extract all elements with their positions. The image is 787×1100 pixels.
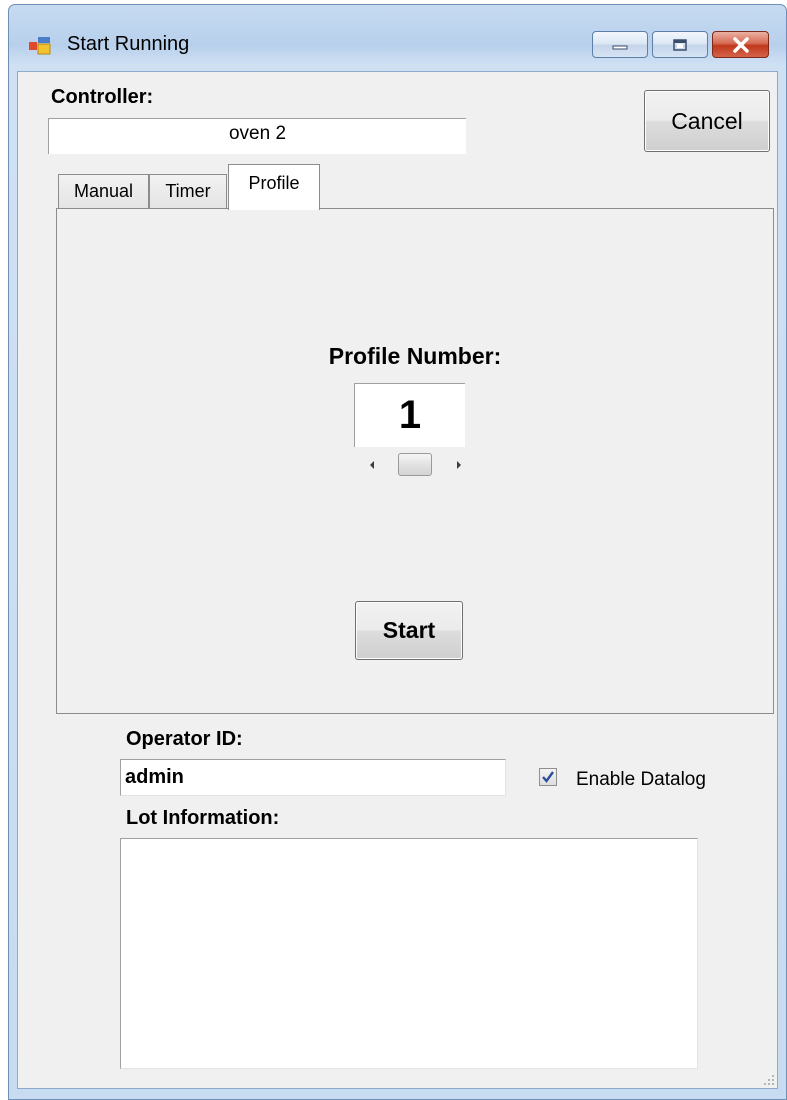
controller-field: oven 2: [48, 118, 466, 154]
scroll-left-button[interactable]: [358, 450, 386, 480]
operator-id-input[interactable]: admin: [120, 759, 506, 796]
profile-tab-panel: Profile Number: 1 Start: [56, 208, 774, 714]
arrow-left-icon: [370, 461, 374, 469]
profile-number-scrollbar[interactable]: [358, 450, 473, 480]
cancel-button[interactable]: Cancel: [644, 90, 770, 152]
scroll-right-button[interactable]: [445, 450, 473, 480]
minimize-button[interactable]: [592, 31, 648, 58]
operator-id-label: Operator ID:: [126, 728, 243, 750]
maximize-button[interactable]: [652, 31, 708, 58]
start-running-window: Start Running Controller: oven 2 Cancel …: [8, 4, 787, 1100]
enable-datalog-checkbox[interactable]: [539, 768, 557, 786]
app-form-icon: [29, 37, 51, 55]
lot-information-label: Lot Information:: [126, 807, 280, 829]
profile-number-field[interactable]: 1: [354, 383, 465, 447]
maximize-icon: [673, 38, 687, 51]
lot-information-input[interactable]: [120, 838, 698, 1069]
dialog-client-area: Controller: oven 2 Cancel Manual Timer P…: [17, 71, 778, 1089]
tab-profile[interactable]: Profile: [228, 164, 320, 210]
arrow-right-icon: [457, 461, 461, 469]
checkmark-icon: [542, 771, 554, 783]
start-button[interactable]: Start: [355, 601, 463, 660]
scroll-thumb[interactable]: [398, 453, 432, 476]
enable-datalog-label[interactable]: Enable Datalog: [576, 769, 706, 791]
close-icon: [732, 36, 749, 53]
profile-number-label: Profile Number:: [328, 343, 502, 369]
resize-grip-icon[interactable]: [761, 1072, 775, 1086]
window-title: Start Running: [67, 33, 190, 55]
minimize-icon: [612, 45, 628, 49]
tab-manual[interactable]: Manual: [58, 174, 149, 208]
controller-label: Controller:: [51, 86, 154, 108]
close-button[interactable]: [712, 31, 769, 58]
tab-timer[interactable]: Timer: [149, 174, 227, 208]
